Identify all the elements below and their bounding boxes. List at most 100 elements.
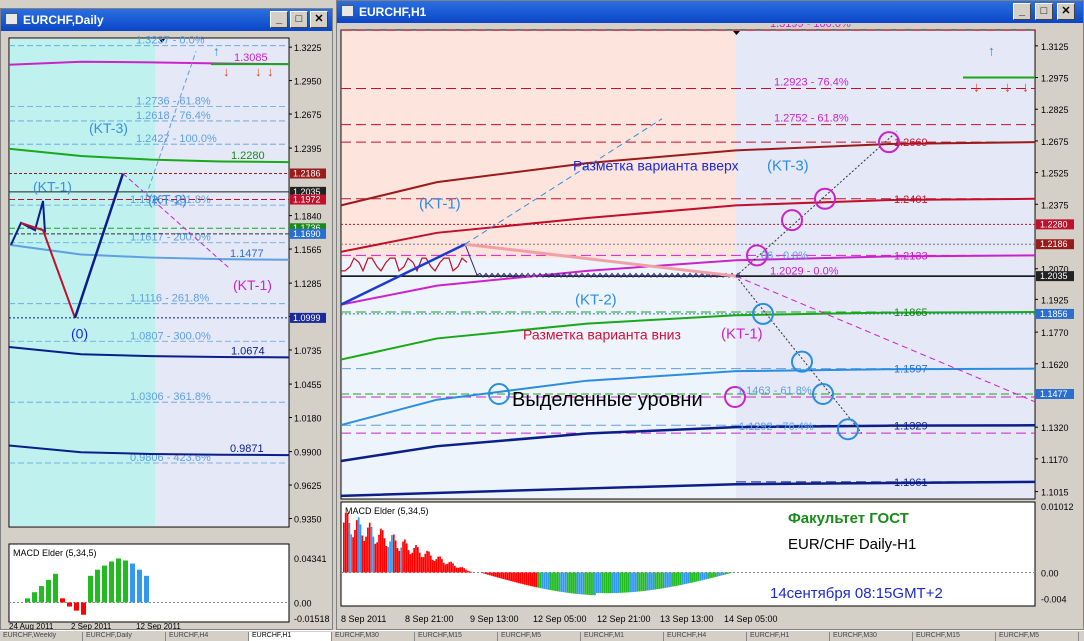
h1-macd-bar [569, 572, 571, 593]
h1-macd-bar [530, 572, 532, 586]
h1-value-label: 1.2133 [894, 250, 928, 262]
daily-fib-label: 1.1116 - 261.8% [130, 293, 209, 305]
h1-macd-bar [358, 517, 360, 572]
h1-macd-bar [688, 572, 690, 583]
h1-macd-bar [534, 572, 536, 586]
down-arrow-icon: ↓ [1004, 78, 1011, 94]
h1-fib-label: 1.2752 - 61.8% [774, 113, 849, 125]
h1-macd-bar [354, 530, 356, 572]
h1-macd-bar [723, 572, 725, 574]
h1-macd-bar [633, 572, 635, 592]
h1-macd-bar [651, 572, 653, 590]
h1-macd-bar [725, 572, 727, 574]
up-arrow-icon: ↑ [988, 42, 995, 58]
h1-macd-bar [400, 547, 402, 572]
h1-macd-bar [592, 572, 594, 595]
h1-x-label: 9 Sep 13:00 [470, 614, 519, 624]
h1-kt1-top-label: (KT-1) [419, 196, 461, 213]
h1-macd-bar [497, 572, 499, 577]
daily-y-tick-label: 0.9625 [294, 481, 322, 491]
daily-titlebar[interactable]: EURCHF,Daily _ □ ✕ [1, 9, 332, 31]
h1-macd-bar [491, 572, 493, 575]
daily-macd-bar [32, 592, 37, 602]
h1-y-tick-label: 1.3125 [1041, 42, 1069, 52]
daily-y-tick-label: 1.0180 [294, 414, 322, 424]
h1-datetime-label: 14сентября 08:15GMT+2 [770, 585, 943, 602]
daily-y-tick-label: 1.1840 [294, 212, 322, 222]
h1-kt2-label: (KT-2) [575, 292, 617, 309]
h1-macd-bar [391, 535, 393, 572]
daily-macd-bar [46, 580, 51, 603]
h1-maximize-button[interactable]: □ [1035, 3, 1053, 20]
h1-macd-bar [508, 572, 510, 580]
h1-chart-window[interactable]: EURCHF,H1 _ □ ✕ 1.3199 - 100.0%1.2923 - … [336, 0, 1084, 630]
h1-pair-label: EUR/CHF Daily-H1 [788, 536, 916, 553]
h1-macd-bar [699, 572, 701, 580]
h1-y-tick-label: 1.1320 [1041, 423, 1069, 433]
h1-macd-bar [686, 572, 688, 583]
h1-value-label: 1.2401 [894, 194, 928, 206]
daily-y-tick-label: 1.2675 [294, 110, 322, 120]
h1-macd-bar [395, 540, 397, 572]
h1-macd-bar [387, 547, 389, 572]
h1-macd-bar [399, 551, 401, 572]
h1-macd-bar [627, 572, 629, 592]
h1-macd-bar [487, 572, 489, 574]
h1-close-button[interactable]: ✕ [1057, 3, 1075, 20]
chart-window-icon [341, 5, 354, 17]
h1-kt3-label: (KT-3) [767, 157, 809, 174]
daily-maximize-button[interactable]: □ [290, 11, 308, 28]
chart-window-icon [5, 13, 18, 25]
h1-macd-bar [465, 570, 467, 573]
daily-chart[interactable]: 1.3237 - 0.0%1.2736 - 61.8%1.2618 - 76.4… [1, 32, 332, 630]
h1-macd-bar [393, 534, 395, 572]
h1-macd-bar [541, 572, 543, 588]
h1-chart[interactable]: 1.3199 - 100.0%1.2923 - 76.4%1.2752 - 61… [337, 24, 1083, 630]
h1-macd-bar [729, 572, 731, 573]
h1-macd-bar [445, 564, 447, 572]
h1-macd-bar [352, 537, 354, 572]
h1-macd-bar [625, 572, 627, 592]
h1-macd-bar [432, 560, 434, 573]
daily-macd-bar [137, 570, 142, 603]
h1-highlighted-levels-label: Выделенные уровни [512, 389, 703, 411]
daily-macd-tick-label: 0.04341 [294, 554, 327, 564]
h1-macd-bar [575, 572, 577, 593]
h1-macd-bar [658, 572, 660, 588]
h1-minimize-button[interactable]: _ [1013, 3, 1031, 20]
h1-macd-bar [528, 572, 530, 585]
daily-close-button[interactable]: ✕ [310, 11, 328, 28]
h1-macd-bar [345, 513, 347, 573]
h1-macd-bar [458, 568, 460, 573]
daily-minimize-button[interactable]: _ [270, 11, 288, 28]
daily-chart-window[interactable]: EURCHF,Daily _ □ ✕ 1.3237 - 0.0%1.2736 -… [0, 8, 333, 630]
h1-fib-label: 1.2923 - 76.4% [774, 77, 849, 89]
daily-macd-bar [123, 560, 128, 602]
h1-titlebar[interactable]: EURCHF,H1 _ □ ✕ [337, 1, 1083, 23]
daily-wave-label: (0) [71, 325, 88, 341]
h1-macd-bar [402, 542, 404, 573]
daily-macd-bar [25, 598, 30, 602]
h1-y-tick-label: 1.1620 [1041, 360, 1069, 370]
h1-macd-bar [512, 572, 514, 581]
h1-macd-bar [571, 572, 573, 593]
h1-macd-bar [426, 551, 428, 573]
daily-macd-bar [81, 602, 86, 614]
h1-macd-bar [645, 572, 647, 590]
down-arrow-icon: ↓ [255, 64, 262, 79]
h1-macd-bar [695, 572, 697, 581]
h1-macd-bar [656, 572, 658, 589]
h1-macd-bar [703, 572, 705, 579]
h1-macd-bar [360, 524, 362, 572]
daily-macd-bar [53, 574, 58, 603]
daily-window-title: EURCHF,Daily [23, 13, 104, 27]
h1-macd-bar [424, 554, 426, 573]
h1-macd-bar [715, 572, 717, 576]
h1-macd-bar [526, 572, 528, 585]
h1-macd-bar [532, 572, 534, 586]
h1-macd-bar [586, 572, 588, 594]
h1-up-variant-label: Разметка варианта вверх [573, 157, 739, 173]
h1-macd-bar [709, 572, 711, 578]
h1-macd-bar [524, 572, 526, 584]
h1-macd-bar [430, 556, 432, 573]
